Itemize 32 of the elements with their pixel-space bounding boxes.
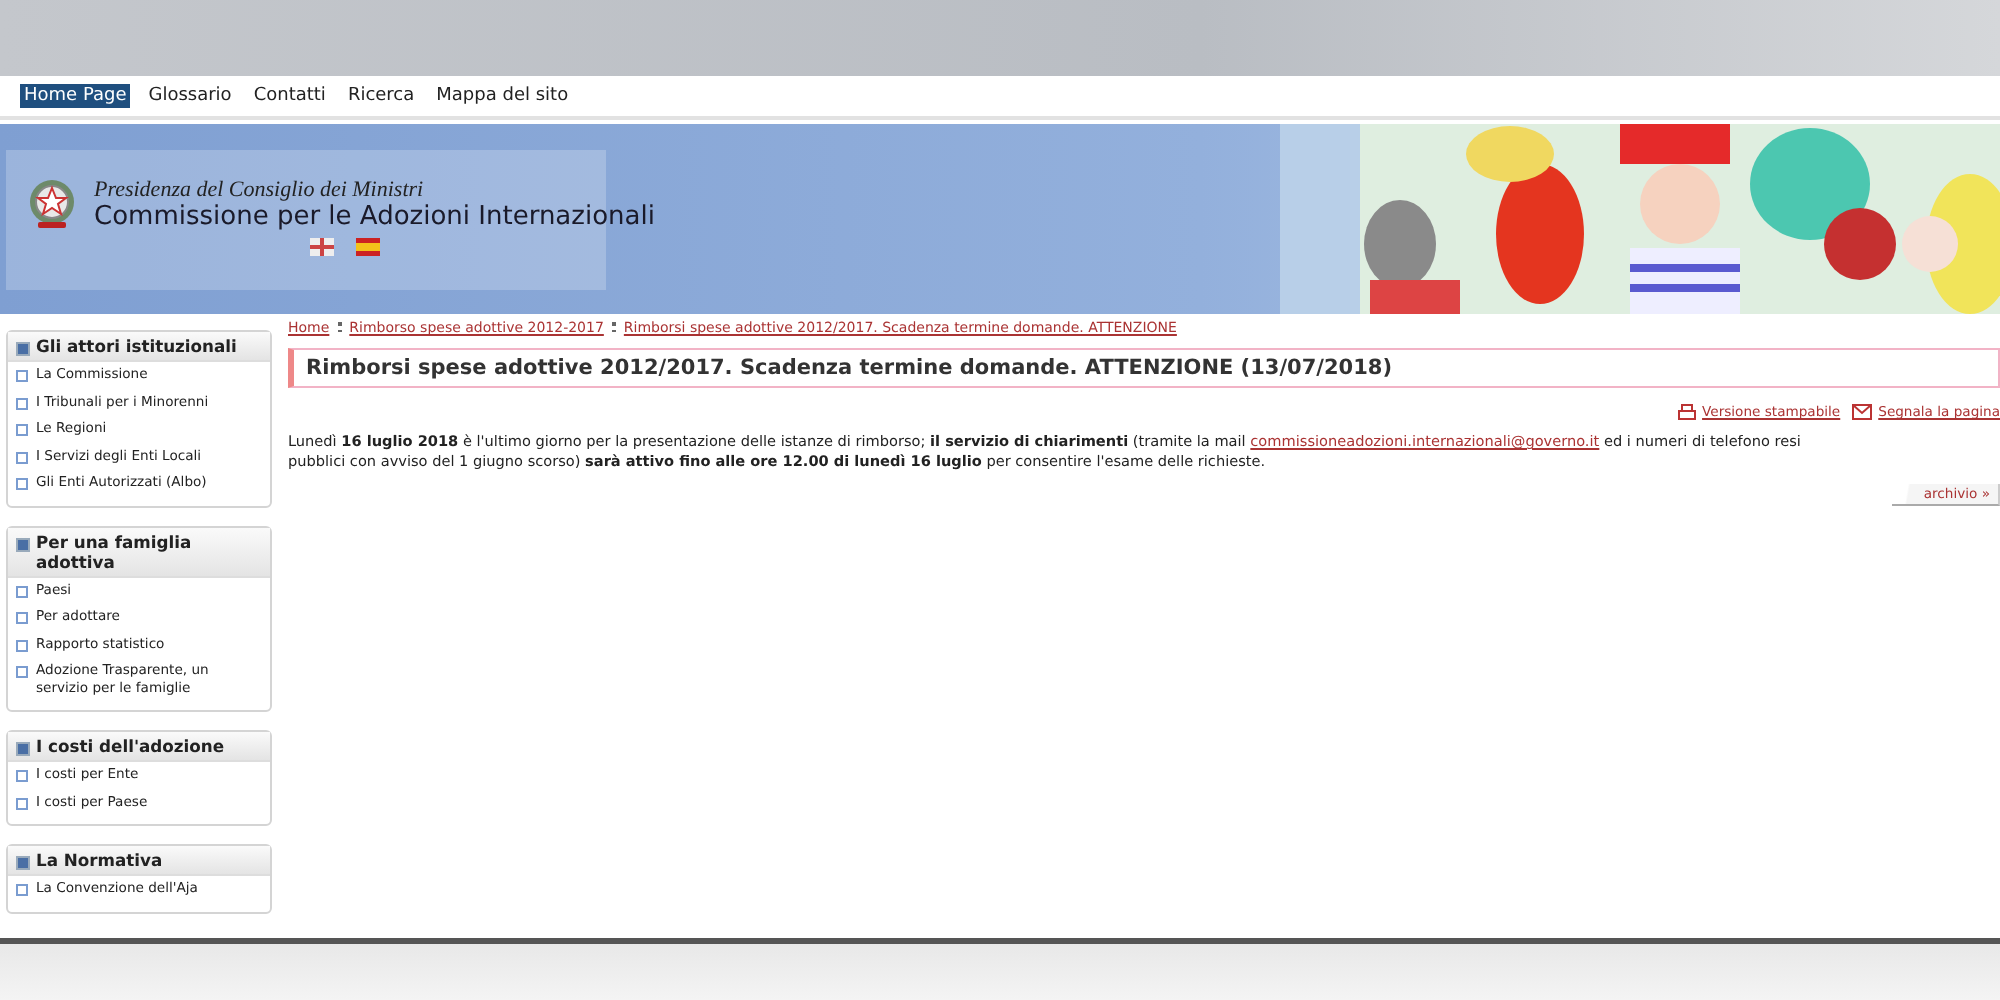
bullet-icon [16,797,28,809]
bullet-icon [16,666,28,678]
sidebar-heading: I costi dell'adozione [36,736,225,756]
printer-icon[interactable] [1678,404,1697,420]
bullet-icon [16,585,28,597]
bullet-icon [16,856,30,870]
bullet-icon [16,742,30,756]
nav-link[interactable]: Mappa del sito [432,84,573,108]
sidebar-heading: Per una famiglia adottiva [36,531,194,571]
nav-link[interactable]: Glossario [144,84,236,108]
envelope-icon[interactable] [1852,404,1873,420]
bullet-icon [16,451,28,463]
flag-icon[interactable] [310,238,334,256]
flag-icon[interactable] [356,238,380,256]
bullet-icon [16,537,30,551]
sidebar-heading: La Normativa [36,850,163,870]
bullet-icon [16,639,28,651]
bullet-icon [16,342,30,356]
bullet-icon [16,370,28,382]
bullet-icon [16,424,28,436]
bullet-icon [16,612,28,624]
bullet-icon [16,478,28,490]
nav-link[interactable]: Ricerca [343,84,419,108]
header-subtitle: Presidenza del Consiglio dei Ministri [94,177,426,201]
header-title: Commissione per le Adozioni Internazionali [94,201,655,231]
nav-link[interactable]: Contatti [249,84,330,108]
sidebar-heading: Gli attori istituzionali [36,336,237,356]
nav-link[interactable]: Home Page [20,84,131,108]
bullet-icon [16,397,28,409]
article-title: Rimborsi spese adottive 2012/2017. Scadenza termine domande. ATTENZIONE (13/07/2018) [288,348,2000,388]
bullet-icon [16,770,28,782]
bullet-icon [16,884,28,896]
